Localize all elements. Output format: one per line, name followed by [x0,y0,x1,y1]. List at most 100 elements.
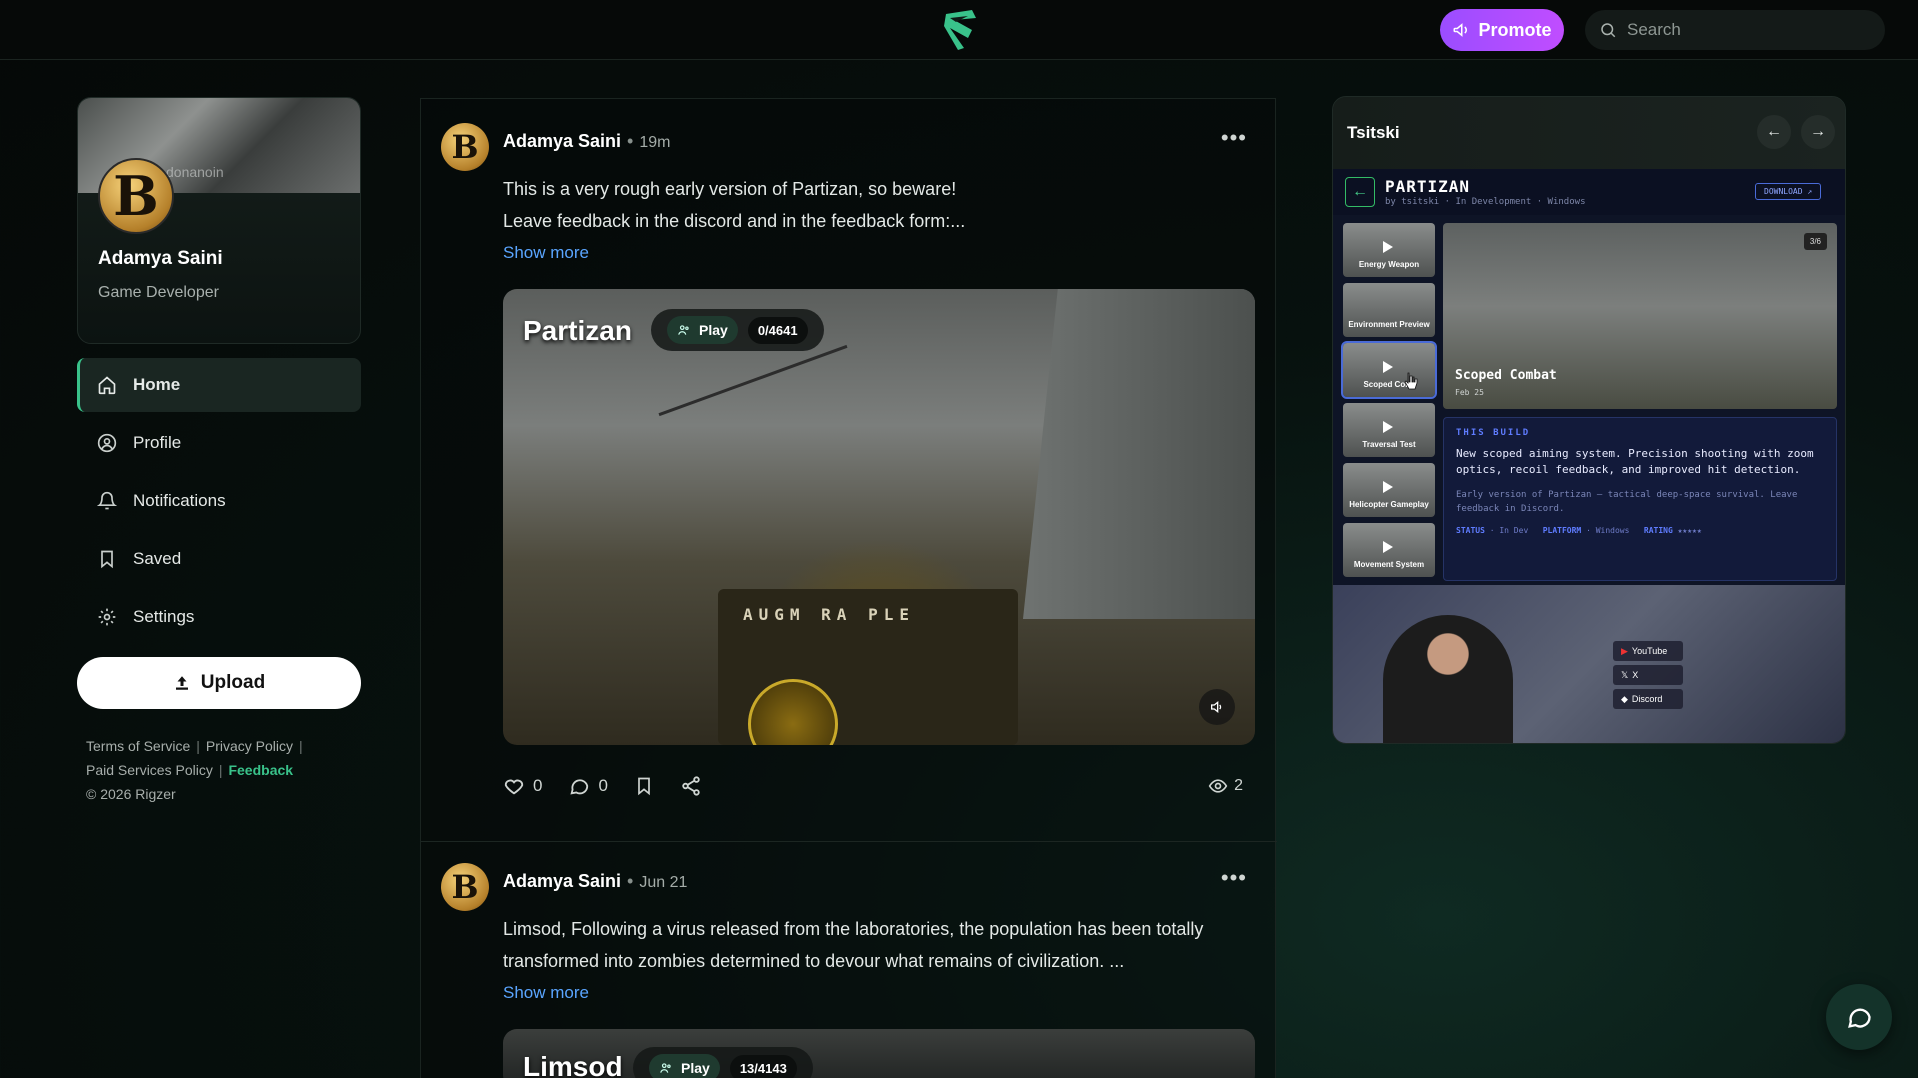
post-actions: 0 0 2 [503,771,1263,801]
show-more-link[interactable]: Show more [503,983,589,1003]
social-youtube: ▶ YouTube [1613,641,1683,661]
thumbnail-label: Helicopter Gameplay [1349,500,1429,509]
mouse-pointer-icon [1404,372,1418,390]
post-text-line: This is a very rough early version of Pa… [503,179,957,199]
play-icon [1383,241,1393,253]
next-arrow-icon[interactable]: → [1801,115,1835,149]
avatar[interactable]: B [98,158,174,234]
thumbnail-label: Traversal Test [1362,440,1416,449]
dot-separator: • [627,871,634,891]
feed: B Adamya Saini • 19m ••• This is a very ro… [420,98,1277,1078]
separator: | [218,762,223,778]
play-icon [1383,361,1393,373]
profile-card[interactable]: donanoin B Adamya Saini Game Developer [77,97,361,344]
players-icon [660,1063,671,1073]
sidebar-item-label: Profile [133,433,182,452]
comment-icon [570,779,589,795]
profile-role: Game Developer [98,284,219,301]
footer-links: Terms of Service | Privacy Policy | Paid Se… [86,734,356,782]
more-options-icon[interactable]: ••• [1221,865,1247,891]
upload-button[interactable]: Upload [77,657,361,709]
upload-icon [175,676,188,690]
build-sub: Early version of Partizan — tactical dee… [1456,490,1798,514]
more-options-icon[interactable]: ••• [1221,125,1247,151]
main-preview: 3/6 Scoped Combat Feb 25 [1443,223,1837,409]
thumbnail-list: Energy Weapon Environment Preview Scoped… [1341,223,1437,583]
post-time: Jun 21 [639,874,688,891]
meta-key: RATING [1643,526,1673,535]
sidebar-item-saved[interactable]: Saved [77,532,361,586]
profile-name: Adamya Saini [98,248,223,269]
social-label: X [1632,670,1639,680]
comment-button[interactable]: 0 [568,775,608,797]
build-meta: STATUS · In Dev PLATFORM · Windows RATIN… [1456,526,1702,535]
players-icon [678,325,689,335]
sidebar-item-home[interactable]: Home [77,358,361,412]
separator: | [299,738,303,754]
show-more-link[interactable]: Show more [503,243,589,263]
home-icon [97,375,117,395]
share-button[interactable] [680,775,702,797]
search-box[interactable] [1585,10,1885,50]
dot-separator: • [627,131,634,151]
share-icon [682,776,700,796]
discord-icon: ◆ [1621,693,1628,704]
prev-arrow-icon[interactable]: ← [1757,115,1791,149]
play-button[interactable]: Play 13/4143 [633,1047,813,1078]
post-avatar[interactable]: B [441,863,489,911]
meta-key: STATUS [1456,526,1485,535]
post-divider [421,841,1277,842]
weapon-label: AUGM RA PLE [743,605,915,624]
build-info: THIS BUILD New scoped aiming system. Pre… [1443,417,1837,581]
play-label-wrap: Play [649,1054,720,1078]
feedback-link[interactable]: Feedback [228,762,293,778]
page-indicator: 3/6 [1803,233,1827,250]
thumbnail: Movement System [1343,523,1435,577]
scene-crane [658,344,848,417]
featured-screenshot[interactable]: ← PARTIZAN by tsitski · In Development ·… [1333,169,1845,743]
like-count: 0 [533,776,543,795]
like-button[interactable]: 0 [503,775,542,797]
thumbnail-label: Scoped Cor... [1363,380,1415,389]
privacy-link[interactable]: Privacy Policy [206,738,293,754]
post-header: Adamya Saini • Jun 21 [503,871,687,892]
volume-icon[interactable] [1199,689,1235,725]
meta-value: Windows [1595,526,1630,535]
thumbnail: Helicopter Gameplay [1343,463,1435,517]
post-header: Adamya Saini • 19m [503,131,670,152]
post-text: Limsod, Following a virus released from … [503,913,1243,977]
thumbnail: Scoped Cor... [1341,341,1437,399]
game-media[interactable]: Limsod Play 13/4143 [503,1029,1255,1078]
post-author[interactable]: Adamya Saini [503,131,621,151]
play-label-wrap: Play [667,316,738,344]
social-label: YouTube [1631,646,1668,656]
game-media[interactable]: AUGM RA PLE Partizan Play 0/4641 [503,289,1255,745]
post-avatar[interactable]: B [441,123,489,171]
search-input[interactable] [1627,20,1857,40]
play-button[interactable]: Play 0/4641 [651,309,824,351]
chat-bubble-icon [1848,1008,1871,1028]
post-author[interactable]: Adamya Saini [503,871,621,891]
gear-icon [97,607,117,627]
rigzer-logo-icon[interactable] [942,8,978,52]
promote-button[interactable]: Promote [1440,9,1564,51]
sidebar-item-settings[interactable]: Settings [77,590,361,644]
post-time: 19m [639,134,671,151]
sidebar-item-profile[interactable]: Profile [77,416,361,470]
view-count: 2 [1208,776,1243,796]
sidebar-item-notifications[interactable]: Notifications [77,474,361,528]
thumbnail-label: Movement System [1353,560,1425,569]
screenshot-game-title: PARTIZAN [1385,177,1471,196]
play-count: 0/4641 [747,316,808,344]
x-icon: 𝕏 [1621,669,1629,680]
bell-icon [97,491,117,511]
social-x: 𝕏X [1613,665,1683,685]
chat-button[interactable] [1826,984,1892,1050]
terms-link[interactable]: Terms of Service [86,738,190,754]
thumbnail: Traversal Test [1343,403,1435,457]
sidebar-item-label: Settings [133,607,195,626]
game-title: Limsod [523,1051,623,1078]
paid-services-link[interactable]: Paid Services Policy [86,762,213,778]
screenshot-header: ← PARTIZAN by tsitski · In Development ·… [1333,169,1845,215]
save-button[interactable] [634,776,654,796]
